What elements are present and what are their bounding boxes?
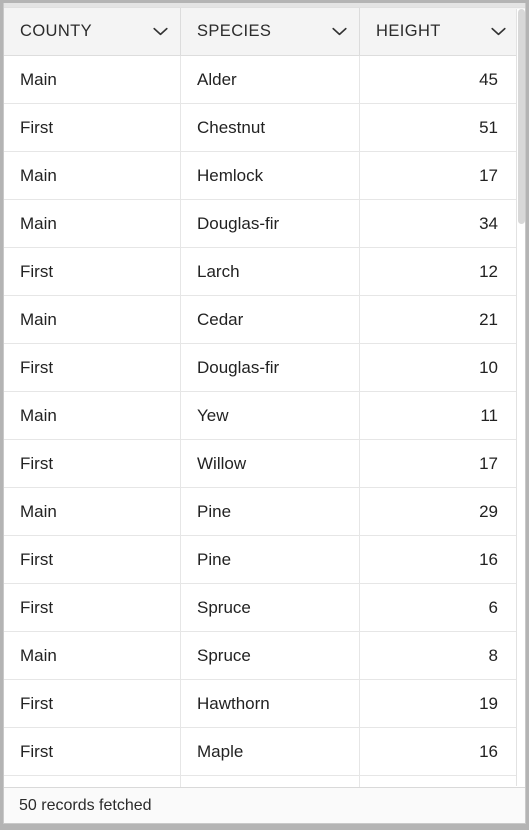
column-header-height-label: HEIGHT — [376, 22, 441, 40]
table-row[interactable]: First Spruce 6 — [4, 584, 525, 632]
table-row[interactable]: First Douglas-fir 10 — [4, 344, 525, 392]
table-row[interactable]: Main Alder 45 — [4, 56, 525, 104]
cell-species[interactable]: Pine — [181, 488, 360, 535]
cell-height[interactable]: 17 — [360, 440, 518, 487]
cell-county[interactable]: Main — [4, 632, 181, 679]
cell-species[interactable]: Douglas-fir — [181, 344, 360, 391]
cell-height[interactable]: 21 — [360, 296, 518, 343]
cell-height[interactable]: 16 — [360, 728, 518, 775]
chevron-down-icon[interactable] — [491, 27, 506, 36]
table-row[interactable]: First Chestnut 51 — [4, 104, 525, 152]
table-row[interactable]: First Hawthorn 19 — [4, 680, 525, 728]
cell-height[interactable]: 34 — [360, 200, 518, 247]
column-header-county[interactable]: COUNTY — [4, 8, 181, 55]
cell-height[interactable]: 10 — [360, 344, 518, 391]
cell-species[interactable]: Spruce — [181, 632, 360, 679]
app-root: COUNTY SPECIES HEIGHT Main Alder 45 Firs… — [0, 0, 529, 830]
cell-county[interactable]: First — [4, 104, 181, 151]
cell-species[interactable]: Cedar — [181, 296, 360, 343]
table-row[interactable]: Main Yew 11 — [4, 392, 525, 440]
grid-header-row: COUNTY SPECIES HEIGHT — [4, 8, 525, 56]
table-row[interactable]: Main Hemlock 17 — [4, 152, 525, 200]
cell-county[interactable]: Main — [4, 392, 181, 439]
cell-county[interactable]: Main — [4, 488, 181, 535]
cell-species[interactable]: Larch — [181, 248, 360, 295]
cell-height[interactable]: 8 — [360, 632, 518, 679]
table-row[interactable]: Main Pine 29 — [4, 488, 525, 536]
cell-species[interactable]: Maple — [181, 728, 360, 775]
cell-county[interactable]: First — [4, 728, 181, 775]
cell-county[interactable]: First — [4, 680, 181, 727]
column-header-county-label: COUNTY — [20, 22, 93, 40]
cell-height[interactable] — [360, 776, 518, 787]
data-grid: COUNTY SPECIES HEIGHT Main Alder 45 Firs… — [3, 3, 526, 824]
table-row[interactable]: First Larch 12 — [4, 248, 525, 296]
cell-species[interactable]: Alder — [181, 56, 360, 103]
cell-species[interactable]: Hawthorn — [181, 680, 360, 727]
cell-height[interactable]: 19 — [360, 680, 518, 727]
table-row[interactable]: First Willow 17 — [4, 440, 525, 488]
table-row[interactable]: Main Spruce 8 — [4, 632, 525, 680]
cell-county[interactable]: Main — [4, 56, 181, 103]
column-header-species[interactable]: SPECIES — [181, 8, 360, 55]
cell-height[interactable]: 6 — [360, 584, 518, 631]
cell-county[interactable]: First — [4, 344, 181, 391]
cell-height[interactable]: 17 — [360, 152, 518, 199]
cell-species[interactable]: Chestnut — [181, 104, 360, 151]
chevron-down-icon[interactable] — [153, 27, 168, 36]
column-header-height[interactable]: HEIGHT — [360, 8, 518, 55]
cell-county[interactable]: Main — [4, 296, 181, 343]
table-row[interactable] — [4, 776, 525, 787]
cell-county[interactable]: First — [4, 440, 181, 487]
cell-species[interactable]: Douglas-fir — [181, 200, 360, 247]
cell-county[interactable]: First — [4, 536, 181, 583]
records-fetched-status: 50 records fetched — [19, 796, 152, 814]
cell-height[interactable]: 51 — [360, 104, 518, 151]
column-header-species-label: SPECIES — [197, 22, 272, 40]
cell-height[interactable]: 29 — [360, 488, 518, 535]
grid-body: Main Alder 45 First Chestnut 51 Main Hemlock 17 M… — [4, 56, 525, 787]
cell-county[interactable]: Main — [4, 200, 181, 247]
cell-species[interactable]: Hemlock — [181, 152, 360, 199]
cell-county[interactable]: First — [4, 248, 181, 295]
table-row[interactable]: First Pine 16 — [4, 536, 525, 584]
table-row[interactable]: First Maple 16 — [4, 728, 525, 776]
cell-county[interactable]: First — [4, 584, 181, 631]
cell-species[interactable]: Willow — [181, 440, 360, 487]
chevron-down-icon[interactable] — [332, 27, 347, 36]
table-row[interactable]: Main Cedar 21 — [4, 296, 525, 344]
table-row[interactable]: Main Douglas-fir 34 — [4, 200, 525, 248]
cell-height[interactable]: 16 — [360, 536, 518, 583]
cell-species[interactable]: Spruce — [181, 584, 360, 631]
grid-status-bar: 50 records fetched — [4, 787, 525, 823]
cell-county[interactable]: Main — [4, 152, 181, 199]
vertical-scrollbar[interactable] — [516, 9, 525, 786]
vertical-scrollbar-thumb[interactable] — [518, 9, 525, 224]
cell-county[interactable] — [4, 776, 181, 787]
cell-height[interactable]: 11 — [360, 392, 518, 439]
cell-species[interactable]: Pine — [181, 536, 360, 583]
cell-species[interactable]: Yew — [181, 392, 360, 439]
cell-height[interactable]: 45 — [360, 56, 518, 103]
cell-height[interactable]: 12 — [360, 248, 518, 295]
cell-species[interactable] — [181, 776, 360, 787]
